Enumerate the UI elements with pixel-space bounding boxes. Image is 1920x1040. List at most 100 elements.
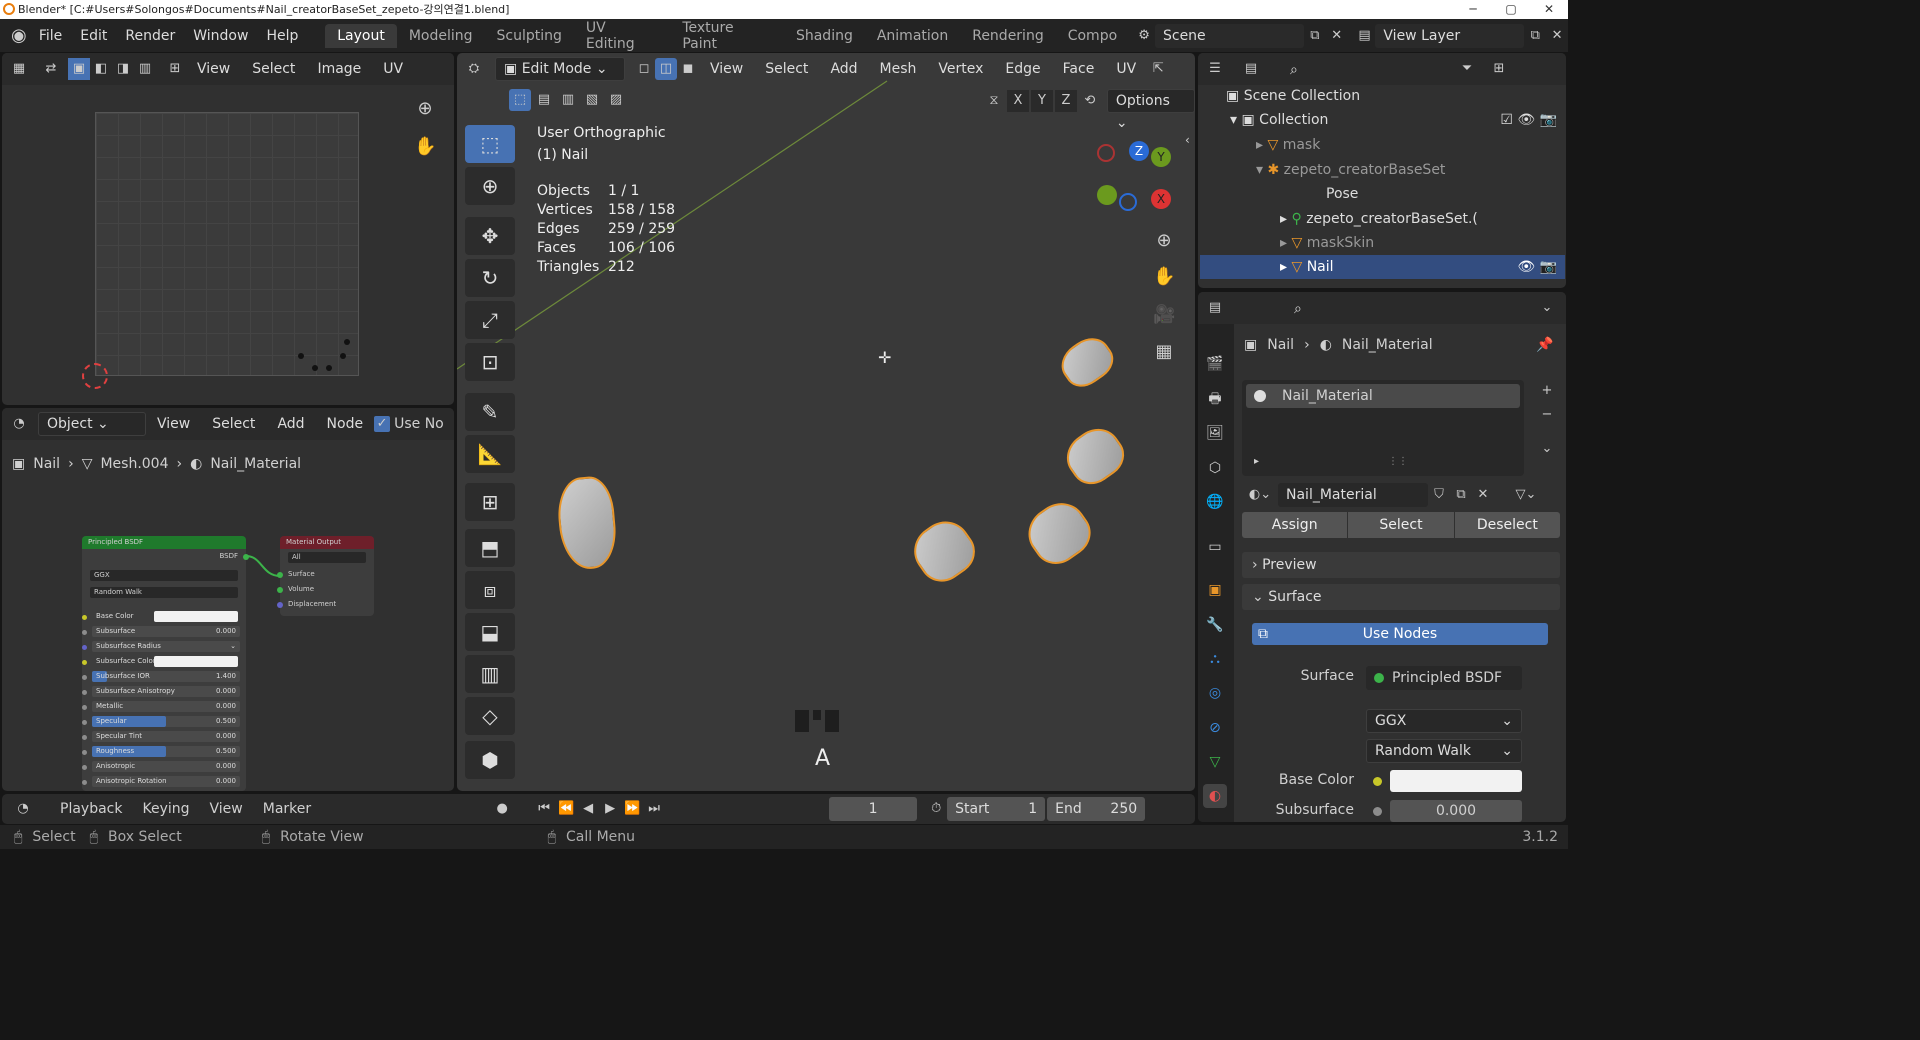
object-mode-dropdown[interactable]: Object ⌄ [38,412,146,436]
duplicate-material-icon[interactable]: ⧉ [1450,484,1472,506]
gizmo-z[interactable]: Z [1129,141,1149,161]
bsdf-input-socket[interactable] [82,705,87,710]
outliner-search-input[interactable]: ⌕ [1282,58,1420,80]
surface-shader-field[interactable]: Principled BSDF [1366,666,1522,690]
assign-button[interactable]: Assign [1242,512,1348,538]
menu-file[interactable]: File [30,28,71,44]
menu-render[interactable]: Render [116,28,184,44]
bsdf-input-socket[interactable] [82,660,87,665]
data-tab-icon[interactable]: ▽ [1203,750,1227,774]
fake-user-icon[interactable]: ⛉ [1428,484,1450,506]
cursor-tool[interactable]: ⊕ [465,167,515,205]
tab-rendering[interactable]: Rendering [960,24,1056,48]
subsurface-field[interactable]: 0.000 [1390,800,1522,822]
tab-animation[interactable]: Animation [865,24,960,48]
zoom-icon[interactable]: ⊕ [414,98,436,120]
minimize-button[interactable]: ─ [1454,0,1492,19]
measure-tool[interactable]: 📐 [465,435,515,473]
timeline-menu-view[interactable]: View [200,801,253,817]
gizmo-neg-x[interactable] [1097,144,1115,162]
gizmo-x[interactable]: X [1151,189,1171,209]
maximize-button[interactable]: ▢ [1492,0,1530,19]
outliner-row-armature-data[interactable]: ▸ ⚲ zepeto_creatorBaseSet.( [1200,207,1565,231]
new-view-layer-icon[interactable]: ⧉ [1524,25,1546,47]
deselect-button[interactable]: Deselect [1454,512,1560,538]
zoom-icon[interactable]: ⊕ [1153,230,1175,252]
new-collection-icon[interactable]: ⊞ [1488,58,1510,80]
bsdf-input-socket[interactable] [82,780,87,785]
collection-tab-icon[interactable]: ▭ [1203,535,1227,559]
sticky-mode-icon[interactable]: ⊞ [164,58,186,80]
editor-type-icon[interactable]: ◔ [12,798,34,820]
tool-tab-icon[interactable]: 🎬 [1203,352,1227,376]
bsdf-input-field[interactable]: Specular 0.500 [92,716,240,727]
pan-hand-icon[interactable]: ✋ [414,136,436,158]
remove-scene-icon[interactable]: ✕ [1326,25,1348,47]
bsdf-input-field[interactable]: Metallic 0.000 [92,701,240,712]
bsdf-input-field[interactable]: Subsurface 0.000 [92,626,240,637]
current-frame-field[interactable]: 1 [829,797,918,821]
outliner-row-pose[interactable]: Pose [1200,182,1565,206]
play-reverse-icon[interactable]: ◀ [577,798,599,820]
color-swatch[interactable] [154,656,238,667]
output-target-dropdown[interactable]: All [288,552,366,563]
uv-menu-select[interactable]: Select [241,61,306,77]
next-keyframe-icon[interactable]: ⏩ [621,798,643,820]
expand-arrow-icon[interactable]: ▸ [1254,456,1259,467]
bsdf-input-socket[interactable] [82,645,87,650]
bsdf-input-socket[interactable] [82,675,87,680]
annotate-tool[interactable]: ✎ [465,393,515,431]
base-color-swatch[interactable] [1390,770,1522,792]
bsdf-input-socket[interactable] [82,690,87,695]
poly-build-tool[interactable]: ⬢ [465,741,515,779]
view-layer-field[interactable]: View Layer [1375,23,1525,48]
2d-cursor-icon[interactable] [82,363,108,389]
camera-view-icon[interactable]: 🎥 [1153,304,1175,326]
add-cube-tool[interactable]: ⊞ [465,483,515,521]
breadcrumb-mesh[interactable]: Mesh.004 [100,456,168,472]
play-icon[interactable]: ▶ [599,798,621,820]
visibility-icons[interactable]: ☑ 👁 📷 [1500,108,1557,132]
node-menu-add[interactable]: Add [266,416,315,432]
preview-range-icon[interactable]: ⏱ [925,798,947,820]
bsdf-input-socket[interactable] [82,720,87,725]
bsdf-input-socket[interactable] [82,765,87,770]
material-tab-icon[interactable]: ◐ [1203,784,1227,808]
timeline-menu-playback[interactable]: Playback [34,801,132,817]
unlink-material-icon[interactable]: ✕ [1472,484,1494,506]
move-tool[interactable]: ✥ [465,217,515,255]
render-tab-icon[interactable]: 🖶 [1203,387,1227,411]
outliner-row-maskskin[interactable]: ▸ ▽ maskSkin [1200,231,1565,255]
scene-tab-icon[interactable]: 🌐 [1203,490,1227,514]
pin-icon[interactable]: 📌 [1536,337,1553,353]
uv-grid[interactable] [95,112,359,376]
filter-icon[interactable]: ⏷ [1456,58,1478,80]
menu-window[interactable]: Window [184,28,257,44]
surface-panel-header[interactable]: ⌄ Surface [1242,584,1560,610]
tab-sculpting[interactable]: Sculpting [485,24,574,48]
gizmo-neg-z[interactable] [1119,193,1137,211]
uv-menu-view[interactable]: View [186,61,241,77]
vertex-select-icon[interactable]: ▣ [68,58,90,80]
display-mode-icon[interactable]: ▤ [1240,58,1262,80]
outliner-row-collection[interactable]: ▾ ▣ Collection ☑ 👁 📷 [1200,108,1565,132]
bsdf-input-socket[interactable] [82,735,87,740]
3d-viewport[interactable]: ⛭ ▣ Edit Mode ⌄ ◻ ◫ ◼ View Select Add Me… [457,53,1195,791]
color-swatch[interactable] [154,611,238,622]
bsdf-input-field[interactable]: Anisotropic 0.000 [92,761,240,772]
material-output-node[interactable]: Material Output All Surface Volume Displ… [277,536,374,616]
tab-shading[interactable]: Shading [784,24,865,48]
start-frame-field[interactable]: Start 1 [947,797,1046,821]
tab-modeling[interactable]: Modeling [397,24,485,48]
gizmo-y[interactable]: Y [1151,147,1171,167]
editor-type-icon[interactable]: ▦ [8,58,30,80]
bsdf-input-field[interactable]: Subsurface Color [92,656,240,667]
visibility-icons[interactable]: 👁 📷 [1517,255,1557,279]
material-name-field[interactable]: Nail_Material [1278,483,1428,507]
subsurface-method-dropdown[interactable]: Random Walk ⌄ [1366,739,1522,763]
perspective-toggle-icon[interactable]: ▦ [1153,341,1175,363]
bsdf-distribution-dropdown[interactable]: GGX [90,570,238,581]
distribution-dropdown[interactable]: GGX ⌄ [1366,709,1522,733]
knife-tool[interactable]: ◇ [465,697,515,735]
browse-material-icon[interactable]: ◐⌄ [1242,484,1278,506]
